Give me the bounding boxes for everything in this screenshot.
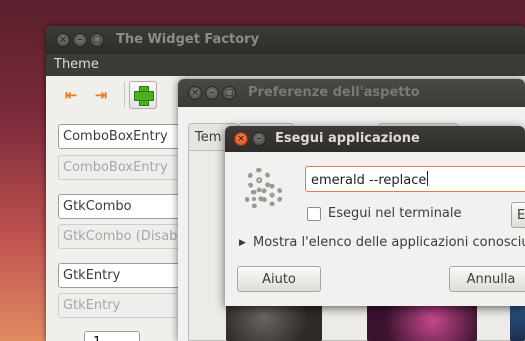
menu-theme[interactable]: Theme bbox=[54, 57, 99, 72]
expander-arrow-icon[interactable]: ▶ bbox=[239, 238, 246, 248]
window-title: Preferenze dell'aspetto bbox=[248, 85, 420, 100]
close-icon[interactable]: × bbox=[234, 132, 248, 146]
combobox-entry[interactable]: ComboBoxEntry bbox=[58, 124, 186, 149]
close-icon[interactable]: × bbox=[56, 33, 70, 47]
command-value: emerald --replace bbox=[311, 173, 427, 188]
wallpaper-thumbnail[interactable] bbox=[367, 300, 477, 341]
wallpaper-thumbnail[interactable] bbox=[510, 300, 525, 341]
window-title: The Widget Factory bbox=[116, 32, 260, 47]
command-input[interactable]: emerald --replace bbox=[305, 166, 525, 192]
menubar: Theme bbox=[46, 54, 525, 76]
run-application-dialog: × – Esegui applicazione emerald --replac… bbox=[225, 126, 525, 306]
gtk-entry-disabled: GtkEntry bbox=[58, 293, 186, 318]
run-in-terminal-checkbox[interactable] bbox=[307, 207, 321, 221]
go-first-icon[interactable]: ⇤ bbox=[60, 84, 82, 106]
combobox-entry-disabled: ComboBoxEntry bbox=[58, 155, 186, 180]
run-in-terminal-label: Esegui nel terminale bbox=[328, 206, 462, 221]
add-icon[interactable] bbox=[129, 81, 157, 109]
cancel-button[interactable]: Annulla bbox=[449, 266, 525, 292]
titlebar: × – Esegui applicazione bbox=[225, 126, 525, 152]
maximize-icon[interactable]: □ bbox=[222, 86, 236, 100]
titlebar: × – □ The Widget Factory bbox=[46, 26, 525, 54]
go-last-icon[interactable]: ⇥ bbox=[90, 84, 112, 106]
minimize-icon[interactable]: – bbox=[205, 86, 219, 100]
toolbar-separator bbox=[124, 82, 125, 108]
side-button[interactable]: E bbox=[511, 202, 525, 228]
spin-button[interactable]: 1 bbox=[84, 331, 140, 341]
wallpaper-thumbnail[interactable] bbox=[226, 300, 322, 341]
minimize-icon[interactable]: – bbox=[73, 33, 87, 47]
gtk-entry[interactable]: GtkEntry bbox=[58, 263, 186, 288]
titlebar: × – □ Preferenze dell'aspetto bbox=[178, 79, 525, 107]
maximize-icon[interactable]: □ bbox=[90, 33, 104, 47]
gtk-combo-disabled: GtkCombo (Disabled) bbox=[58, 224, 186, 249]
help-button[interactable]: Aiuto bbox=[237, 266, 321, 292]
text-caret bbox=[427, 171, 429, 186]
gtk-combo[interactable]: GtkCombo bbox=[58, 194, 186, 219]
dialog-title: Esegui applicazione bbox=[275, 131, 420, 146]
minimize-icon[interactable]: – bbox=[252, 132, 266, 146]
expander-label[interactable]: Mostra l'elenco delle applicazioni conos… bbox=[253, 235, 525, 250]
desktop: { "widget_factory": { "title": "The Widg… bbox=[0, 0, 525, 341]
close-icon[interactable]: × bbox=[188, 86, 202, 100]
